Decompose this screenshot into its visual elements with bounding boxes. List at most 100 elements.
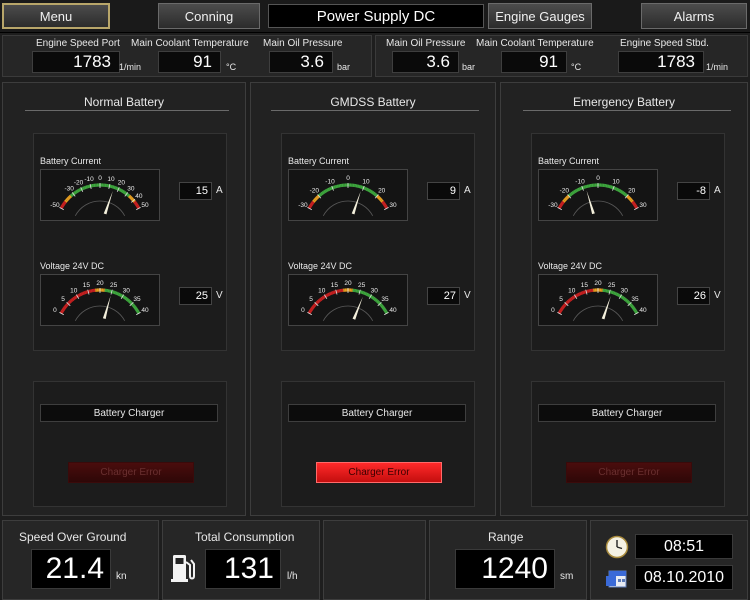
gauge-scale-segment (327, 292, 331, 297)
gauge-scale-segment (60, 309, 65, 313)
charger-box: Battery Charger Charger Error (281, 381, 475, 507)
gauge-scale-segment (560, 307, 564, 311)
gauge-tick-label: 50 (141, 202, 149, 209)
gauge-scale-segment (312, 199, 316, 203)
gauge-scale-segment (321, 295, 325, 300)
battery-charger-label: Battery Charger (288, 404, 466, 422)
battery-current-gauge: -30-20 -10 0 10 2030 (288, 169, 408, 221)
gauge-tick-label: 0 (301, 307, 305, 314)
gauge-scale-segment (113, 290, 117, 295)
gauge-scale-segment (633, 204, 638, 208)
gauge-scale-segment (311, 305, 315, 309)
gauge-scale-segment (565, 300, 569, 305)
gauge-tick-label: 40 (141, 307, 149, 314)
gauge-tick-label: -20 (74, 180, 84, 187)
charger-error-indicator: Charger Error (68, 462, 194, 483)
gauge-scale-segment (62, 202, 66, 206)
gauge-scale-segment (562, 304, 566, 308)
battery-panel-emergency: Emergency Battery Battery Current -30 -20… (500, 82, 748, 516)
gauge-scale-segment (632, 307, 636, 311)
gauge-scale-segment (79, 292, 83, 297)
speed-over-ground-panel: Speed Over Ground 21.4 kn (2, 520, 159, 600)
gauge-scale-segment (575, 293, 579, 297)
gauge-scale-segment (313, 198, 317, 202)
engine-speed-stbd-value: 1783 (618, 51, 704, 73)
gauge-scale-segment (561, 200, 565, 204)
gauge-scale-segment (629, 198, 633, 202)
gauge-scale-segment (617, 293, 621, 297)
gauge-scale-segment (120, 189, 124, 193)
coolant-temp-stbd-value: 91 (501, 51, 567, 73)
gauge-scale-segment (581, 290, 585, 295)
charger-error-indicator: Charger Error (566, 462, 692, 483)
gauge-tick-label: -10 (325, 178, 335, 185)
gauge-scale-segment (77, 188, 81, 192)
gauge-scale-segment (325, 188, 329, 192)
gauge-scale-segment (133, 200, 137, 204)
alarms-button[interactable]: Alarms (641, 3, 747, 29)
gauge-scale-segment (73, 295, 77, 300)
gauge-scale-segment (567, 298, 572, 303)
range-label: Range (488, 530, 524, 544)
battery-current-gauge: -30-20 -10 0 10 2030 (538, 169, 658, 221)
gauge-scale-segment (570, 191, 574, 196)
gauge-scale-segment (374, 298, 379, 303)
gauge-scale-segment (631, 200, 635, 204)
gauge-scale-segment (130, 197, 134, 201)
gauge-tick-label: 10 (362, 178, 370, 185)
gauge-scale-segment (125, 297, 129, 302)
voltage-label: Voltage 24V DC (40, 261, 105, 271)
gauge-scale-segment (308, 204, 313, 208)
gauge-scale-segment (127, 299, 132, 304)
gauge-scale-segment (625, 299, 630, 304)
menu-button[interactable]: Menu (2, 3, 110, 29)
gauge-scale-segment (575, 188, 579, 192)
gauge-scale-segment (129, 300, 133, 305)
battery-current-label: Battery Current (40, 156, 102, 166)
gauge-scale-segment (315, 195, 319, 200)
gauge-scale-segment (560, 202, 564, 206)
engine-gauges-button[interactable]: Engine Gauges (488, 3, 592, 29)
voltage-label: Voltage 24V DC (288, 261, 353, 271)
gauge-scale-segment (612, 291, 616, 295)
gauge-tick-label: 10 (568, 287, 576, 294)
voltage-unit: V (464, 290, 471, 301)
gauge-tick-label: 30 (621, 287, 629, 294)
gauge-box: Battery Current -30 -20 -10 0 10 20 30 9 A Vol… (281, 133, 475, 351)
gauge-scale-segment (312, 304, 316, 308)
gauge-tick-label: -10 (575, 178, 585, 185)
gauge-scale-segment (61, 308, 65, 312)
gauge-scale-segment (331, 290, 335, 295)
gauge-tick-label: 0 (346, 175, 350, 182)
gauge-tick-label: 35 (133, 296, 141, 303)
gauge-scale-segment (124, 296, 128, 301)
gauge-scale-segment (133, 305, 137, 309)
gauge-tick-label: -10 (84, 176, 94, 183)
empty-panel (323, 520, 426, 600)
date-display: 08.10.2010 (635, 565, 733, 590)
conning-button[interactable]: Conning (158, 3, 260, 29)
battery-charger-label: Battery Charger (538, 404, 716, 422)
oil-pressure-port-unit: bar (337, 62, 351, 72)
gauge-scale-segment (558, 309, 563, 313)
gauge-scale-segment (311, 200, 315, 204)
voltage-gauge: 05 10 15 20 25 303540 (40, 274, 160, 326)
gauge-scale-segment (618, 189, 622, 193)
gauge-scale-segment (121, 189, 125, 194)
voltage-readout: 26 (677, 287, 710, 305)
gauge-tick-label: 0 (551, 307, 555, 314)
gauge-scale-segment (627, 300, 631, 305)
coolant-temp-stbd-unit: °C (571, 62, 582, 72)
battery-current-gauge: -50 -30-20-10 0 10203040 50 (40, 169, 160, 221)
battery-panel-normal: Normal Battery Battery Current -50 -30 -20… (2, 82, 246, 516)
gauge-scale-segment (565, 195, 569, 200)
gauge-box: Battery Current -50 -30 -20 -10 0 10 20 30 40 50 … (33, 133, 227, 351)
gauge-scale-segment (126, 298, 131, 303)
gauge-scale-segment (563, 198, 567, 202)
gauge-scale-segment (628, 197, 632, 201)
charger-error-indicator: Charger Error (316, 462, 442, 483)
gauge-scale-segment (316, 299, 321, 304)
gauge-tick-label: 20 (628, 188, 636, 195)
gauge-scale-segment (621, 190, 625, 195)
gauge-scale-segment (135, 309, 140, 313)
